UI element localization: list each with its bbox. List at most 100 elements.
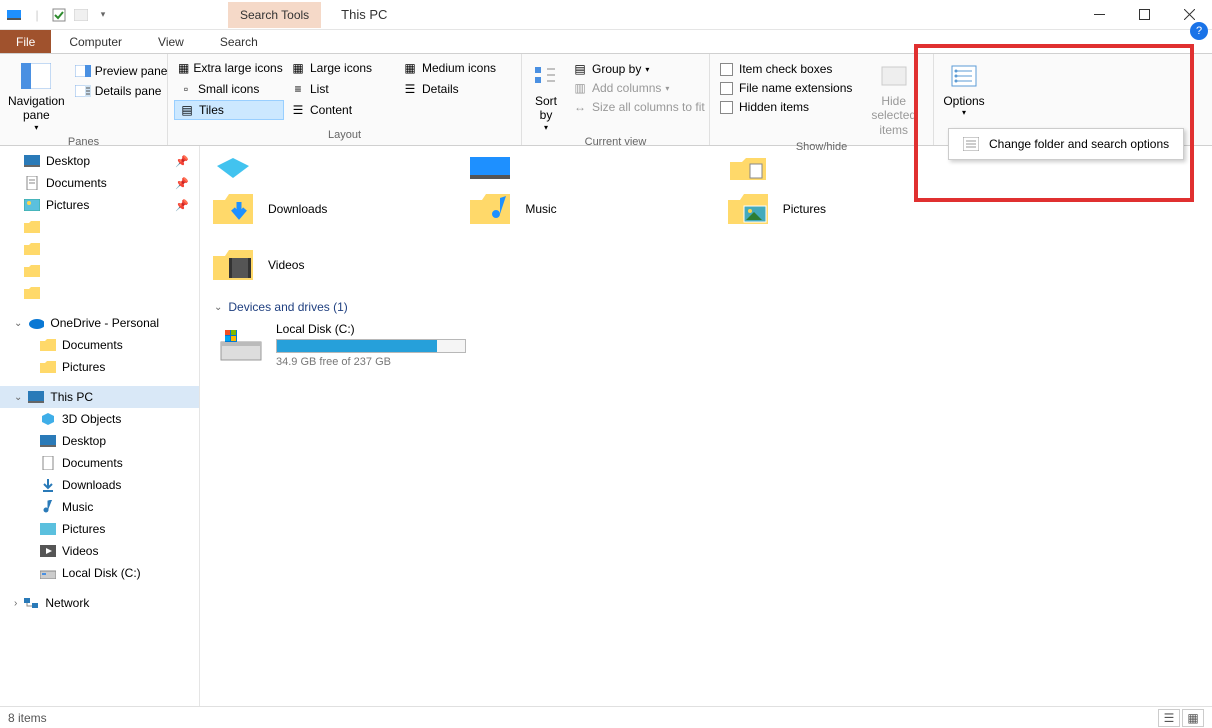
folder-tile-music[interactable]: Music (467, 182, 717, 236)
nav-desktop-pc[interactable]: Desktop (0, 430, 199, 452)
ribbon-tabs: File Computer View Search ? (0, 30, 1212, 54)
layout-details[interactable]: ☰Details (398, 79, 508, 99)
preview-pane-button[interactable]: Preview pane (71, 62, 172, 80)
new-folder-icon[interactable] (72, 6, 90, 24)
disk-icon (218, 322, 264, 368)
3d-icon (40, 411, 56, 427)
nav-downloads-pc[interactable]: Downloads (0, 474, 199, 496)
nav-onedrive[interactable]: ⌄OneDrive - Personal (0, 312, 199, 334)
navigation-pane-button[interactable]: Navigation pane ▾ (6, 58, 67, 134)
sort-by-button[interactable]: Sort by ▾ (528, 58, 564, 134)
nav-folder-3[interactable] (0, 260, 199, 282)
tab-computer[interactable]: Computer (51, 30, 140, 53)
view-tiles-toggle[interactable]: ▦ (1182, 709, 1204, 727)
contextual-tab-search-tools[interactable]: Search Tools (228, 2, 321, 28)
layout-list[interactable]: ≡List (286, 79, 396, 99)
preview-pane-label: Preview pane (95, 64, 168, 78)
desktop-icon (24, 153, 40, 169)
chevron-icon: › (14, 598, 17, 609)
ribbon-group-show-hide: Item check boxes File name extensions Hi… (710, 54, 934, 145)
details-pane-button[interactable]: Details pane (71, 82, 172, 100)
desktop-icon (40, 433, 56, 449)
nav-onedrive-pictures[interactable]: Pictures (0, 356, 199, 378)
nav-this-pc[interactable]: ⌄This PC (0, 386, 199, 408)
minimize-button[interactable] (1077, 0, 1122, 30)
nav-pictures-pc[interactable]: Pictures (0, 518, 199, 540)
folder-tile-partial-1[interactable] (210, 152, 460, 180)
nav-videos-pc[interactable]: Videos (0, 540, 199, 562)
window-title: This PC (341, 7, 387, 22)
tab-file[interactable]: File (0, 30, 51, 53)
details-pane-icon (75, 83, 91, 99)
drive-usage-bar (276, 339, 466, 353)
options-menu-icon (963, 136, 979, 152)
change-folder-options-item[interactable]: Change folder and search options (959, 135, 1173, 153)
documents-icon (24, 175, 40, 191)
nav-folder-4[interactable] (0, 282, 199, 304)
properties-icon[interactable] (50, 6, 68, 24)
nav-folder-1[interactable] (0, 216, 199, 238)
folder-tile-partial-3[interactable] (725, 152, 975, 180)
pin-icon: 📌 (175, 155, 189, 168)
pictures-icon (40, 521, 56, 537)
sort-by-label: Sort by (530, 94, 562, 123)
preview-pane-icon (75, 63, 91, 79)
qat-dropdown-icon[interactable]: ▾ (94, 6, 112, 24)
layout-content[interactable]: ☰Content (286, 100, 396, 120)
layout-tiles[interactable]: ▤Tiles (174, 100, 284, 120)
drive-tile-local-disk[interactable]: Local Disk (C:) 34.9 GB free of 237 GB (218, 322, 1204, 368)
view-details-toggle[interactable]: ☰ (1158, 709, 1180, 727)
tab-view[interactable]: View (140, 30, 202, 53)
nav-local-disk[interactable]: Local Disk (C:) (0, 562, 199, 584)
item-check-boxes-checkbox[interactable]: Item check boxes (716, 60, 856, 78)
options-button[interactable]: Options ▾ (940, 58, 988, 127)
folder-tile-pictures[interactable]: Pictures (725, 182, 975, 236)
downloads-folder-icon (210, 186, 256, 232)
nav-onedrive-documents[interactable]: Documents (0, 334, 199, 356)
folder-tile-partial-2[interactable] (467, 152, 717, 180)
nav-documents[interactable]: Documents📌 (0, 172, 199, 194)
checkbox-icon (720, 63, 733, 76)
content-area: Downloads Music Pictures Videos ⌄ Device… (200, 146, 1212, 706)
layout-large[interactable]: ▦Large icons (286, 58, 396, 78)
tab-search[interactable]: Search (202, 30, 276, 53)
music-icon (40, 499, 56, 515)
onedrive-icon (28, 315, 44, 331)
nav-documents-pc[interactable]: Documents (0, 452, 199, 474)
group-label-layout: Layout (174, 127, 515, 145)
layout-medium[interactable]: ▦Medium icons (398, 58, 508, 78)
group-by-icon: ▤ (572, 61, 588, 77)
folder-tile-videos[interactable]: Videos (210, 238, 460, 292)
title-bar: | ▾ Search Tools This PC (0, 0, 1212, 30)
file-extensions-checkbox[interactable]: File name extensions (716, 79, 856, 97)
videos-label: Videos (268, 258, 304, 272)
nav-3d-objects[interactable]: 3D Objects (0, 408, 199, 430)
group-by-button[interactable]: ▤Group by▾ (568, 60, 709, 78)
dropdown-icon: ▾ (962, 108, 966, 118)
nav-folder-2[interactable] (0, 238, 199, 260)
section-devices-drives[interactable]: ⌄ Devices and drives (1) (214, 300, 1204, 314)
folder-icon (24, 219, 40, 235)
pictures-icon (24, 197, 40, 213)
layout-extra-large[interactable]: ▦Extra large icons (174, 58, 284, 78)
documents-folder-icon (725, 156, 771, 180)
navigation-pane: Desktop📌 Documents📌 Pictures📌 ⌄OneDrive … (0, 146, 200, 706)
nav-desktop[interactable]: Desktop📌 (0, 150, 199, 172)
nav-music-pc[interactable]: Music (0, 496, 199, 518)
nav-pictures[interactable]: Pictures📌 (0, 194, 199, 216)
nav-network[interactable]: ›Network (0, 592, 199, 614)
help-icon[interactable]: ? (1190, 22, 1208, 40)
hidden-items-checkbox[interactable]: Hidden items (716, 98, 856, 116)
folder-tile-downloads[interactable]: Downloads (210, 182, 460, 236)
maximize-button[interactable] (1122, 0, 1167, 30)
folder-icon (24, 285, 40, 301)
layout-small[interactable]: ▫Small icons (174, 79, 284, 99)
extra-large-icon: ▦ (178, 60, 189, 76)
dropdown-icon: ▾ (645, 65, 649, 74)
network-icon (23, 595, 39, 611)
videos-icon (40, 543, 56, 559)
details-icon: ☰ (402, 81, 418, 97)
this-pc-icon (28, 389, 44, 405)
folder-icon (40, 337, 56, 353)
ribbon-group-current-view: Sort by ▾ ▤Group by▾ ▥Add columns▾ ↔Size… (522, 54, 710, 145)
